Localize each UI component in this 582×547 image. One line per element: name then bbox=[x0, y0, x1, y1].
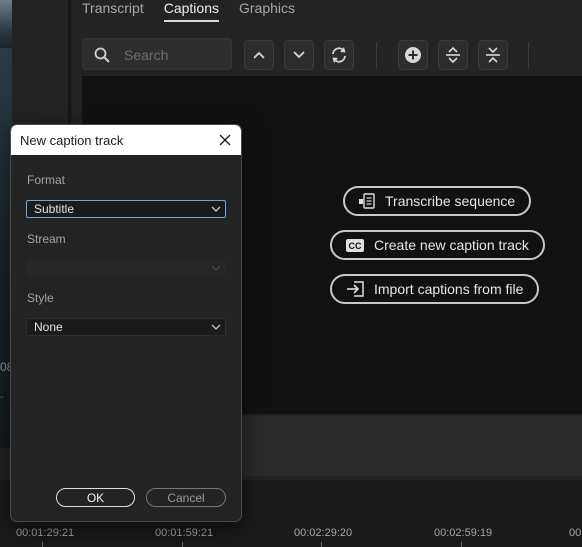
import-captions-button[interactable]: Import captions from file bbox=[330, 274, 540, 304]
search-input[interactable]: Search bbox=[82, 38, 232, 70]
timecode-label: 00:01:29:21 bbox=[16, 527, 75, 539]
sync-icon bbox=[332, 47, 346, 63]
merge-icon bbox=[486, 47, 500, 63]
format-select[interactable]: Subtitle bbox=[26, 200, 226, 218]
timeline-tick bbox=[321, 542, 322, 547]
cc-icon: CC bbox=[346, 238, 364, 252]
timecode-label: 00:0 bbox=[569, 527, 582, 539]
frame-dash: - bbox=[0, 392, 4, 403]
timeline-tick bbox=[182, 542, 183, 547]
add-caption-button[interactable] bbox=[398, 40, 428, 70]
timecode-label: 00:02:29:20 bbox=[294, 527, 353, 539]
style-label: Style bbox=[27, 291, 54, 305]
chevron-up-icon bbox=[253, 51, 265, 59]
timeline-tick bbox=[42, 542, 43, 547]
toolbar-separator bbox=[376, 42, 377, 68]
style-select[interactable]: None bbox=[26, 318, 226, 336]
merge-caption-button[interactable] bbox=[478, 40, 508, 70]
chevron-down-icon bbox=[211, 206, 221, 212]
timecode-label: 00:01:59:21 bbox=[155, 527, 214, 539]
timeline-tick bbox=[461, 542, 462, 547]
tab-transcript[interactable]: Transcript bbox=[72, 0, 154, 24]
close-icon bbox=[219, 134, 231, 146]
split-icon bbox=[446, 46, 460, 64]
video-thumbnail bbox=[0, 0, 12, 48]
svg-text:CC: CC bbox=[349, 241, 362, 251]
chevron-down-icon bbox=[211, 265, 221, 271]
search-icon bbox=[94, 47, 110, 63]
import-captions-label: Import captions from file bbox=[374, 281, 524, 297]
dialog-title-bar[interactable]: New caption track bbox=[11, 125, 241, 155]
timecode-label: 00:02:59:19 bbox=[434, 527, 493, 539]
captions-toolbar: Search bbox=[72, 38, 582, 72]
transcribe-sequence-label: Transcribe sequence bbox=[385, 193, 516, 209]
ok-button[interactable]: OK bbox=[56, 488, 135, 507]
next-caption-button[interactable] bbox=[284, 40, 314, 70]
import-icon bbox=[347, 281, 364, 297]
sync-button[interactable] bbox=[324, 40, 354, 70]
tab-captions[interactable]: Captions bbox=[154, 0, 229, 24]
chevron-down-icon bbox=[211, 324, 221, 330]
dialog-title: New caption track bbox=[20, 133, 124, 148]
create-caption-track-button[interactable]: CC Create new caption track bbox=[330, 230, 545, 260]
style-value: None bbox=[34, 320, 63, 334]
transcribe-sequence-button[interactable]: Transcribe sequence bbox=[343, 186, 532, 216]
split-caption-button[interactable] bbox=[438, 40, 468, 70]
previous-caption-button[interactable] bbox=[244, 40, 274, 70]
new-caption-track-dialog: New caption track Format Subtitle Stream… bbox=[10, 124, 242, 522]
search-placeholder: Search bbox=[124, 47, 169, 63]
format-label: Format bbox=[27, 173, 66, 187]
tab-graphics[interactable]: Graphics bbox=[229, 0, 305, 24]
toolbar-separator bbox=[528, 42, 529, 68]
transcribe-icon bbox=[359, 193, 375, 209]
stream-select[interactable] bbox=[26, 259, 226, 277]
stream-label: Stream bbox=[27, 232, 66, 246]
create-caption-track-label: Create new caption track bbox=[374, 237, 529, 253]
format-value: Subtitle bbox=[34, 202, 75, 216]
close-button[interactable] bbox=[213, 128, 237, 152]
chevron-down-icon bbox=[293, 51, 305, 59]
add-icon bbox=[405, 47, 421, 63]
panel-tabs: Transcript Captions Graphics bbox=[72, 0, 582, 24]
cancel-button[interactable]: Cancel bbox=[146, 488, 226, 507]
